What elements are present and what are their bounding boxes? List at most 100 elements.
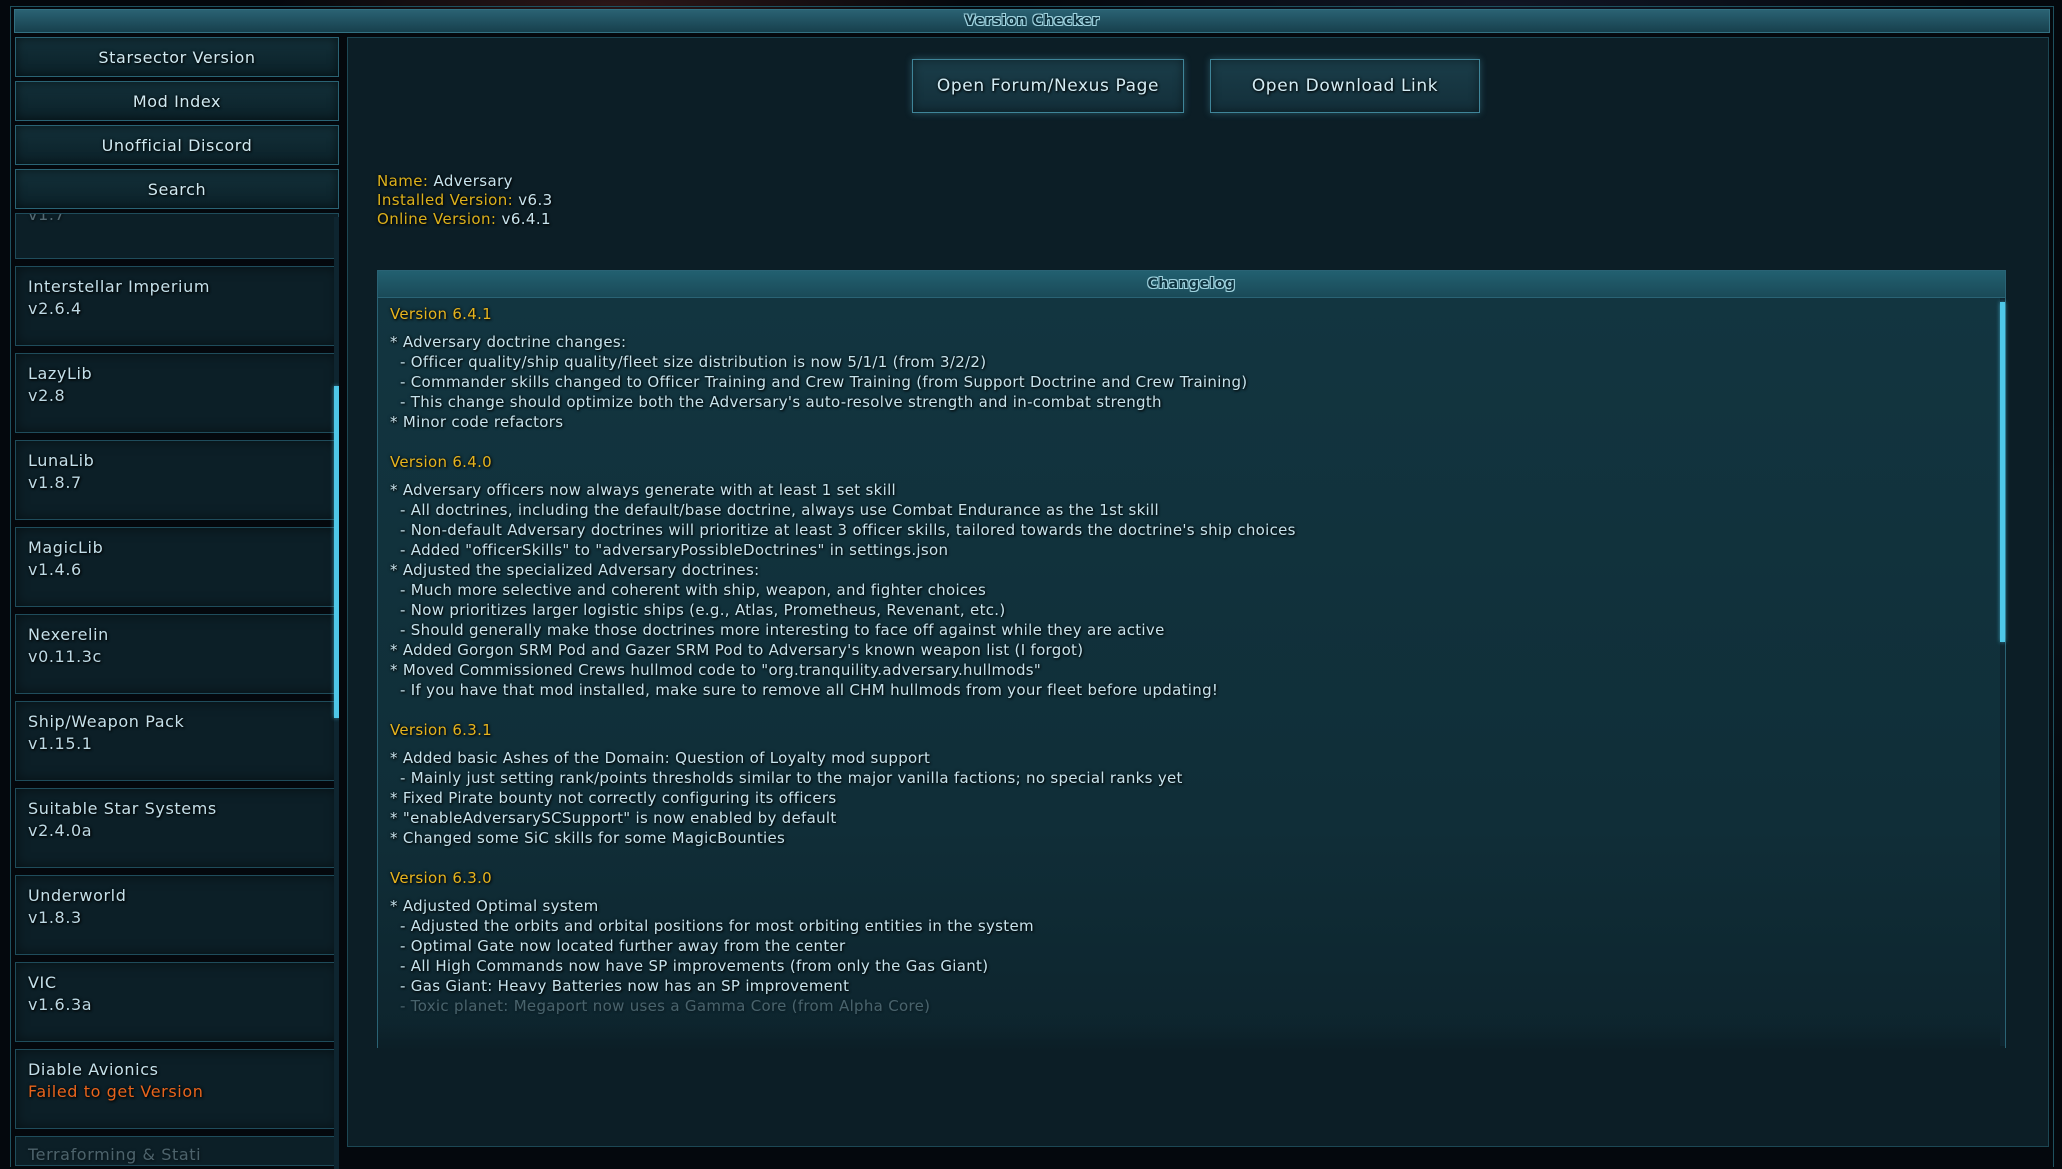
mod-info-block: Name: Adversary Installed Version: v6.3 …: [377, 172, 553, 229]
sidebar-nav-button[interactable]: Mod Index: [15, 81, 339, 121]
mod-name: Nexerelin: [28, 625, 326, 644]
name-label: Name:: [377, 172, 428, 190]
sidebar-nav-button[interactable]: Search: [15, 169, 339, 209]
open-forum-button-label: Open Forum/Nexus Page: [937, 76, 1159, 96]
open-forum-button[interactable]: Open Forum/Nexus Page: [912, 59, 1184, 113]
changelog-line: [390, 432, 1991, 452]
mod-version: v2.8: [28, 386, 326, 405]
mod-list-item[interactable]: Nexerelin v0.11.3c: [15, 614, 339, 694]
changelog-line: - Mainly just setting rank/points thresh…: [390, 768, 1991, 788]
mod-list-item[interactable]: Ship/Weapon Pack v1.15.1: [15, 701, 339, 781]
sidebar-nav-button-label: Search: [148, 180, 207, 199]
changelog-line: - Now prioritizes larger logistic ships …: [390, 600, 1991, 620]
mod-name: Ship/Weapon Pack: [28, 712, 326, 731]
mod-name: LazyLib: [28, 364, 326, 383]
changelog-header: Changelog: [378, 271, 2005, 298]
sidebar-scrollbar-thumb[interactable]: [334, 386, 339, 718]
changelog-panel: Changelog Version 6.4.1 * Adversary doct…: [377, 270, 2006, 1048]
changelog-line: * "enableAdversarySCSupport" is now enab…: [390, 808, 1991, 828]
changelog-line: - Should generally make those doctrines …: [390, 620, 1991, 640]
sidebar-nav: Starsector Version Mod Index Unofficial …: [15, 37, 339, 209]
changelog-line: - Added "officerSkills" to "adversaryPos…: [390, 540, 1991, 560]
changelog-scrollbar-thumb[interactable]: [2000, 302, 2005, 642]
mod-name: LunaLib: [28, 451, 326, 470]
mod-list: Interstellar Imperium v2.6.4 LazyLib v2.…: [15, 266, 339, 1129]
changelog-line: - Officer quality/ship quality/fleet siz…: [390, 352, 1991, 372]
titlebar: Version Checker: [14, 9, 2050, 33]
mod-name: Suitable Star Systems: [28, 799, 326, 818]
changelog-line: Version 6.4.0: [390, 452, 1991, 472]
changelog-line: - All High Commands now have SP improvem…: [390, 956, 1991, 976]
mod-version-partial: v1.7: [28, 213, 65, 224]
mod-name: MagicLib: [28, 538, 326, 557]
sidebar-nav-button-label: Unofficial Discord: [102, 136, 253, 155]
mod-detail-panel: Open Forum/Nexus Page Open Download Link…: [347, 37, 2049, 1147]
name-value: Adversary: [433, 172, 512, 190]
desktop-background: { "window": { "title": "Version Checker"…: [0, 0, 2062, 1158]
mod-version: v1.15.1: [28, 734, 326, 753]
changelog-line: * Changed some SiC skills for some Magic…: [390, 828, 1991, 848]
sidebar-nav-button-label: Mod Index: [133, 92, 221, 111]
changelog-line: * Adjusted the specialized Adversary doc…: [390, 560, 1991, 580]
mod-version: v2.4.0a: [28, 821, 326, 840]
changelog-line: * Fixed Pirate bounty not correctly conf…: [390, 788, 1991, 808]
changelog-body[interactable]: Version 6.4.1 * Adversary doctrine chang…: [378, 298, 2005, 1049]
installed-version-value: v6.3: [518, 191, 552, 209]
changelog-line: - Much more selective and coherent with …: [390, 580, 1991, 600]
mod-version: v2.6.4: [28, 299, 326, 318]
mod-name: Interstellar Imperium: [28, 277, 326, 296]
mod-list-item[interactable]: MagicLib v1.4.6: [15, 527, 339, 607]
mod-list-item[interactable]: VIC v1.6.3a: [15, 962, 339, 1042]
changelog-line: * Minor code refactors: [390, 412, 1991, 432]
mod-version: v1.4.6: [28, 560, 326, 579]
mod-info-online-row: Online Version: v6.4.1: [377, 210, 553, 229]
changelog-line: [390, 700, 1991, 720]
mod-list-item[interactable]: Diable Avionics Failed to get Version: [15, 1049, 339, 1129]
mod-list-item[interactable]: LazyLib v2.8: [15, 353, 339, 433]
changelog-line: Version 6.3.1: [390, 720, 1991, 740]
changelog-line: Version 6.3.0: [390, 868, 1991, 888]
changelog-line: [390, 848, 1991, 868]
changelog-line: - If you have that mod installed, make s…: [390, 680, 1991, 700]
changelog-line: - Commander skills changed to Officer Tr…: [390, 372, 1991, 392]
mod-list-item-partial-bottom[interactable]: Terraforming & Stati: [15, 1136, 339, 1166]
mod-version: Failed to get Version: [28, 1082, 326, 1101]
open-download-button[interactable]: Open Download Link: [1210, 59, 1480, 113]
mod-list-item-partial-top[interactable]: v1.7: [15, 213, 339, 259]
mod-info-name-row: Name: Adversary: [377, 172, 553, 191]
mod-name: Underworld: [28, 886, 326, 905]
mod-name: Diable Avionics: [28, 1060, 326, 1079]
mod-version: v0.11.3c: [28, 647, 326, 666]
changelog-line: * Added basic Ashes of the Domain: Quest…: [390, 748, 1991, 768]
installed-version-label: Installed Version:: [377, 191, 513, 209]
window-title: Version Checker: [965, 13, 1100, 29]
changelog-line: - All doctrines, including the default/b…: [390, 500, 1991, 520]
changelog-line: - Non-default Adversary doctrines will p…: [390, 520, 1991, 540]
changelog-line: * Adjusted Optimal system: [390, 896, 1991, 916]
online-version-label: Online Version:: [377, 210, 496, 228]
mod-list-item[interactable]: Suitable Star Systems v2.4.0a: [15, 788, 339, 868]
mod-name: VIC: [28, 973, 326, 992]
mod-list-item[interactable]: Underworld v1.8.3: [15, 875, 339, 955]
online-version-value: v6.4.1: [502, 210, 551, 228]
mod-sidebar: Starsector Version Mod Index Unofficial …: [15, 37, 339, 1169]
mod-list-item[interactable]: LunaLib v1.8.7: [15, 440, 339, 520]
changelog-line: - Adjusted the orbits and orbital positi…: [390, 916, 1991, 936]
mod-version: v1.6.3a: [28, 995, 326, 1014]
mod-list-item[interactable]: Interstellar Imperium v2.6.4: [15, 266, 339, 346]
mod-name-partial: Terraforming & Stati: [28, 1145, 326, 1164]
changelog-line: - This change should optimize both the A…: [390, 392, 1991, 412]
changelog-line: * Adversary officers now always generate…: [390, 480, 1991, 500]
changelog-line: - Toxic planet: Megaport now uses a Gamm…: [390, 996, 1991, 1016]
changelog-line: Version 6.4.1: [390, 304, 1991, 324]
sidebar-nav-button[interactable]: Unofficial Discord: [15, 125, 339, 165]
changelog-line: - Gas Giant: Heavy Batteries now has an …: [390, 976, 1991, 996]
changelog-line: * Adversary doctrine changes:: [390, 332, 1991, 352]
changelog-line: * Added Gorgon SRM Pod and Gazer SRM Pod…: [390, 640, 1991, 660]
changelog-line: * Moved Commissioned Crews hullmod code …: [390, 660, 1991, 680]
sidebar-nav-button[interactable]: Starsector Version: [15, 37, 339, 77]
sidebar-nav-button-label: Starsector Version: [98, 48, 255, 67]
mod-version: v1.8.3: [28, 908, 326, 927]
open-download-button-label: Open Download Link: [1252, 76, 1438, 96]
mod-version: v1.8.7: [28, 473, 326, 492]
